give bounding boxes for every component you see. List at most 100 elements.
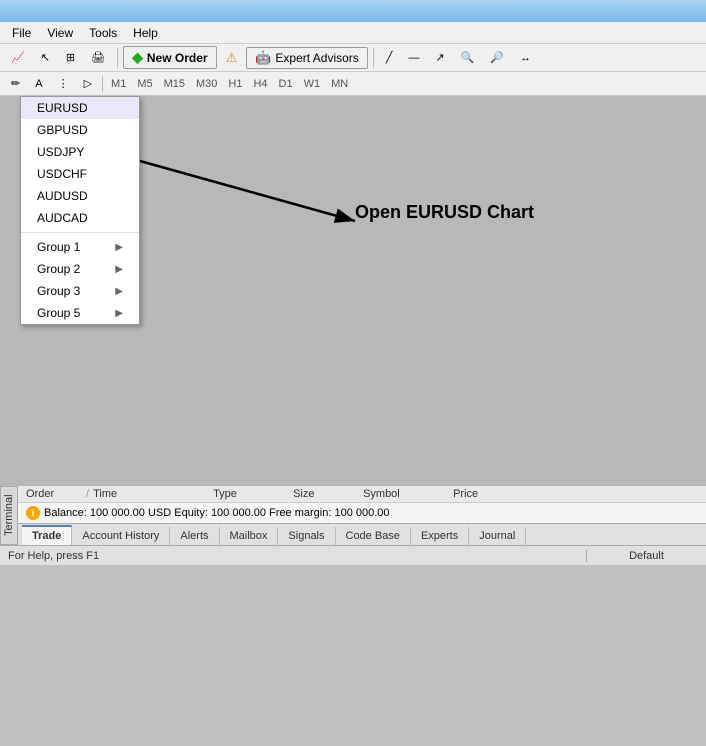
tab-account-history-label: Account History [82,530,159,542]
warning-btn[interactable]: ⚠ [219,47,245,69]
tf-h4[interactable]: H4 [248,76,272,92]
text-icon: A [35,78,42,90]
menu-tools[interactable]: Tools [81,24,125,42]
bottom-wrapper: Terminal Order / Time Type Size Symbol P… [0,486,706,545]
tab-experts[interactable]: Experts [411,527,469,545]
symbol-eurusd[interactable]: EURUSD [21,97,139,119]
tab-experts-label: Experts [421,530,458,542]
tf-obj-btn[interactable]: ▷ [77,73,99,95]
chart-icon: 📈 [11,51,25,64]
toolbar-btn-2[interactable]: ↖ [34,47,57,69]
col-size: Size [293,488,363,500]
toolbar-sep-1 [117,48,118,68]
menu-file[interactable]: File [4,24,39,42]
col-slash: / [86,488,89,500]
tf-m30[interactable]: M30 [191,76,222,92]
tab-account-history[interactable]: Account History [72,527,170,545]
group3-arrow: ▶ [115,286,123,297]
new-order-button[interactable]: ◆ New Order [123,46,216,69]
table-header: Order / Time Type Size Symbol Price [18,486,706,503]
tab-bar: Trade Account History Alerts Mailbox Sig… [18,523,706,545]
menu-bar: File View Tools Help [0,22,706,44]
toolbar-btn-1[interactable]: 📈 [4,47,32,69]
balance-icon: i [26,506,40,520]
toolbar-arrow-btn[interactable]: ↗ [428,47,451,69]
terminal-tab[interactable]: Terminal [0,486,18,545]
dropdown-divider [21,232,139,233]
group2-item[interactable]: Group 2 ▶ [21,258,139,280]
symbol-usdjpy[interactable]: USDJPY [21,141,139,163]
new-order-icon: ◆ [132,49,143,66]
tab-signals[interactable]: Signals [278,527,335,545]
tab-alerts[interactable]: Alerts [170,527,219,545]
line-icon: ╱ [386,51,393,64]
zoomin-icon: 🔍 [461,51,475,64]
tab-code-base[interactable]: Code Base [336,527,411,545]
expert-advisors-button[interactable]: 🤖 Expert Advisors [246,47,368,69]
symbol-dropdown: EURUSD GBPUSD USDJPY USDCHF AUDUSD AUDCA… [20,96,140,325]
tab-journal[interactable]: Journal [469,527,526,545]
col-price: Price [453,488,533,500]
group1-arrow: ▶ [115,242,123,253]
toolbar-btn-4[interactable]: 🖨 [84,47,112,69]
group5-label: Group 5 [37,306,80,320]
toolbar-zoomin-btn[interactable]: 🔍 [454,47,482,69]
bottom-content: Order / Time Type Size Symbol Price i Ba… [18,486,706,545]
col-order: Order [26,488,86,500]
warning-icon: ⚠ [226,50,238,66]
toolbar-line-btn[interactable]: ╱ [379,47,400,69]
tf-w1[interactable]: W1 [299,76,326,92]
group5-item[interactable]: Group 5 ▶ [21,302,139,324]
tf-fib-btn[interactable]: ⋮ [51,73,76,95]
toolbar-zoomout-btn[interactable]: 🔎 [483,47,511,69]
tf-text-btn[interactable]: A [28,73,49,95]
tab-trade[interactable]: Trade [22,525,72,545]
arrow-icon: ↗ [435,51,444,64]
tf-h1[interactable]: H1 [223,76,247,92]
tab-code-base-label: Code Base [346,530,400,542]
menu-view[interactable]: View [39,24,81,42]
toolbar-btn-3[interactable]: ⊞ [59,47,82,69]
status-help-text: For Help, press F1 [8,550,99,562]
tf-draw-btn[interactable]: ✏ [4,73,27,95]
balance-row: i Balance: 100 000.00 USD Equity: 100 00… [18,503,706,523]
tab-trade-label: Trade [32,530,61,542]
group3-item[interactable]: Group 3 ▶ [21,280,139,302]
timeframe-bar: ✏ A ⋮ ▷ M1 M5 M15 M30 H1 H4 D1 W1 MN [0,72,706,96]
group1-label: Group 1 [37,240,80,254]
group5-arrow: ▶ [115,308,123,319]
status-default-text: Default [629,550,664,562]
zoomout-icon: 🔎 [490,51,504,64]
main-chart-area: EURUSD GBPUSD USDJPY USDCHF AUDUSD AUDCA… [0,96,706,486]
symbol-gbpusd[interactable]: GBPUSD [21,119,139,141]
symbol-audusd[interactable]: AUDUSD [21,185,139,207]
tf-d1[interactable]: D1 [274,76,298,92]
print-icon: 🖨 [91,51,105,64]
audusd-label: AUDUSD [37,189,88,203]
group2-arrow: ▶ [115,264,123,275]
gbpusd-label: GBPUSD [37,123,88,137]
tf-m1[interactable]: M1 [106,76,131,92]
title-bar [0,0,706,22]
col-type: Type [213,488,293,500]
toolbar-hline-btn[interactable]: — [401,47,426,69]
tf-mn[interactable]: MN [326,76,353,92]
pencil-icon: ✏ [11,77,20,90]
tab-alerts-label: Alerts [180,530,208,542]
group1-item[interactable]: Group 1 ▶ [21,236,139,258]
symbol-audcad[interactable]: AUDCAD [21,207,139,229]
menu-help[interactable]: Help [125,24,166,42]
main-toolbar: 📈 ↖ ⊞ 🖨 ◆ New Order ⚠ 🤖 Expert Advisors … [0,44,706,72]
eurusd-label: EURUSD [37,101,88,115]
tf-m5[interactable]: M5 [132,76,157,92]
obj-icon: ▷ [84,77,92,90]
tf-sep-1 [102,76,103,92]
status-help: For Help, press F1 [0,550,586,562]
toolbar-scroll-btn[interactable]: ↔ [513,47,538,69]
tab-signals-label: Signals [288,530,324,542]
tf-m15[interactable]: M15 [159,76,190,92]
symbol-usdchf[interactable]: USDCHF [21,163,139,185]
audcad-label: AUDCAD [37,211,88,225]
tab-mailbox[interactable]: Mailbox [220,527,279,545]
usdjpy-label: USDJPY [37,145,84,159]
